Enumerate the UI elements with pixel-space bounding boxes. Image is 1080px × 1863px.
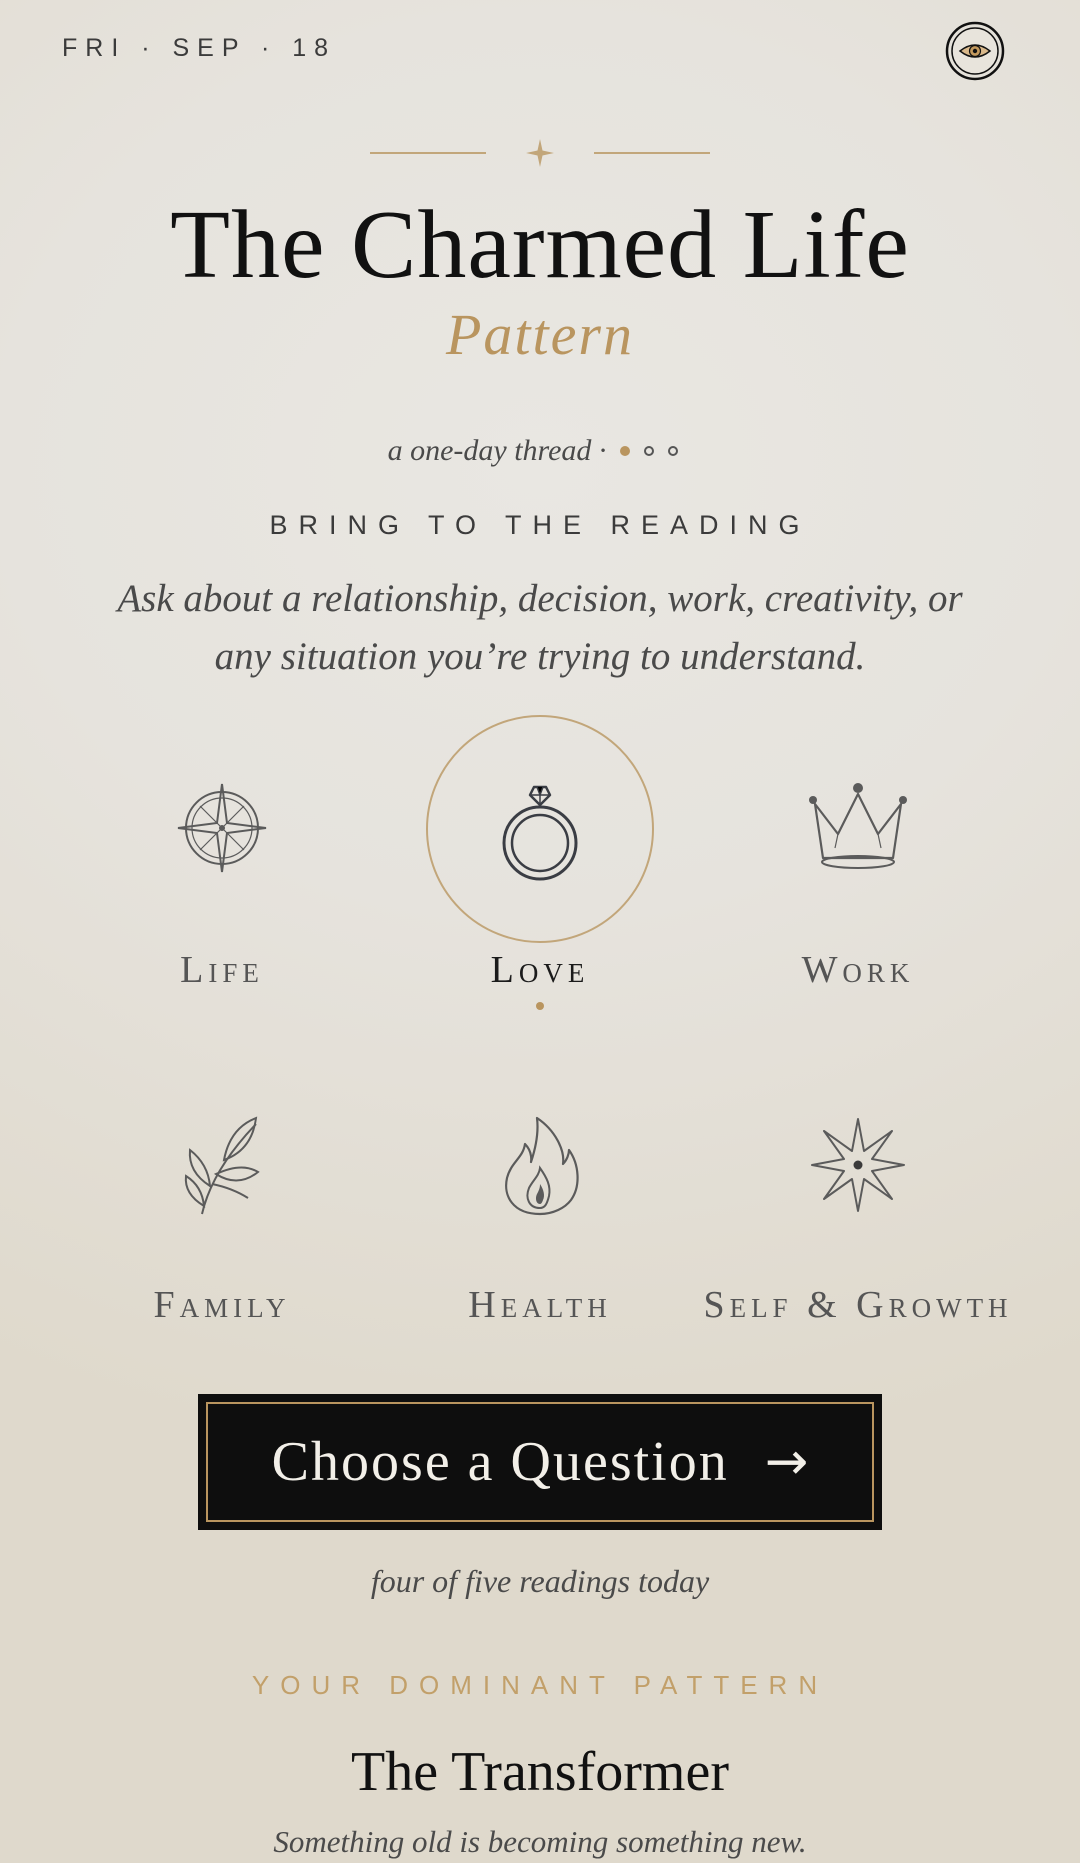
category-label: Work [801,949,915,991]
progress-dot-empty [644,446,655,456]
category-label: Health [468,1284,612,1326]
prompt-text: Ask about a relationship, decision, work… [117,577,963,678]
category-health[interactable]: Health [360,1105,720,1335]
ring-icon [502,785,578,881]
eye-icon [945,21,1005,81]
category-love[interactable]: Love [360,768,720,998]
readings-count: four of five readings today [370,1563,710,1599]
progress-dot-filled [620,446,631,456]
date-label: FRI · SEP · 18 [62,34,337,62]
category-label: Love [490,949,590,991]
choose-question-button[interactable]: Choose a Question → [198,1394,882,1530]
category-family[interactable]: Family [42,1105,402,1335]
category-label: Family [153,1284,291,1326]
thread-label: a one-day thread · [387,434,607,467]
thread-progress: a one-day thread · [0,428,1080,474]
page-subtitle: Pattern [446,302,634,367]
category-label: Life [180,949,264,991]
eye-button[interactable] [945,21,1005,81]
selection-indicator-dot [536,1002,544,1010]
dominant-pattern-name: The Transformer [351,1741,729,1803]
progress-dots [620,446,692,456]
arrow-right-icon: → [764,1432,809,1492]
choose-question-label: Choose a Question [271,1431,729,1493]
category-work[interactable]: Work [678,768,1038,998]
leaf-branch-icon [184,1116,260,1215]
progress-dot-empty [668,446,679,456]
compass-icon [177,783,267,873]
flame-icon [505,1116,579,1216]
page-title: The Charmed Life [170,191,910,299]
crown-icon [809,783,907,869]
dominant-pattern-description: Something old is becoming something new. [273,1824,807,1859]
category-self-growth[interactable]: Self & Growth [678,1105,1038,1335]
category-life[interactable]: Life [42,768,402,998]
section-label: BRING TO THE READING [269,510,811,540]
category-label: Self & Growth [703,1284,1013,1326]
star-icon [811,1118,905,1212]
title-ornament [370,139,710,167]
dominant-pattern-label: YOUR DOMINANT PATTERN [251,1670,829,1700]
